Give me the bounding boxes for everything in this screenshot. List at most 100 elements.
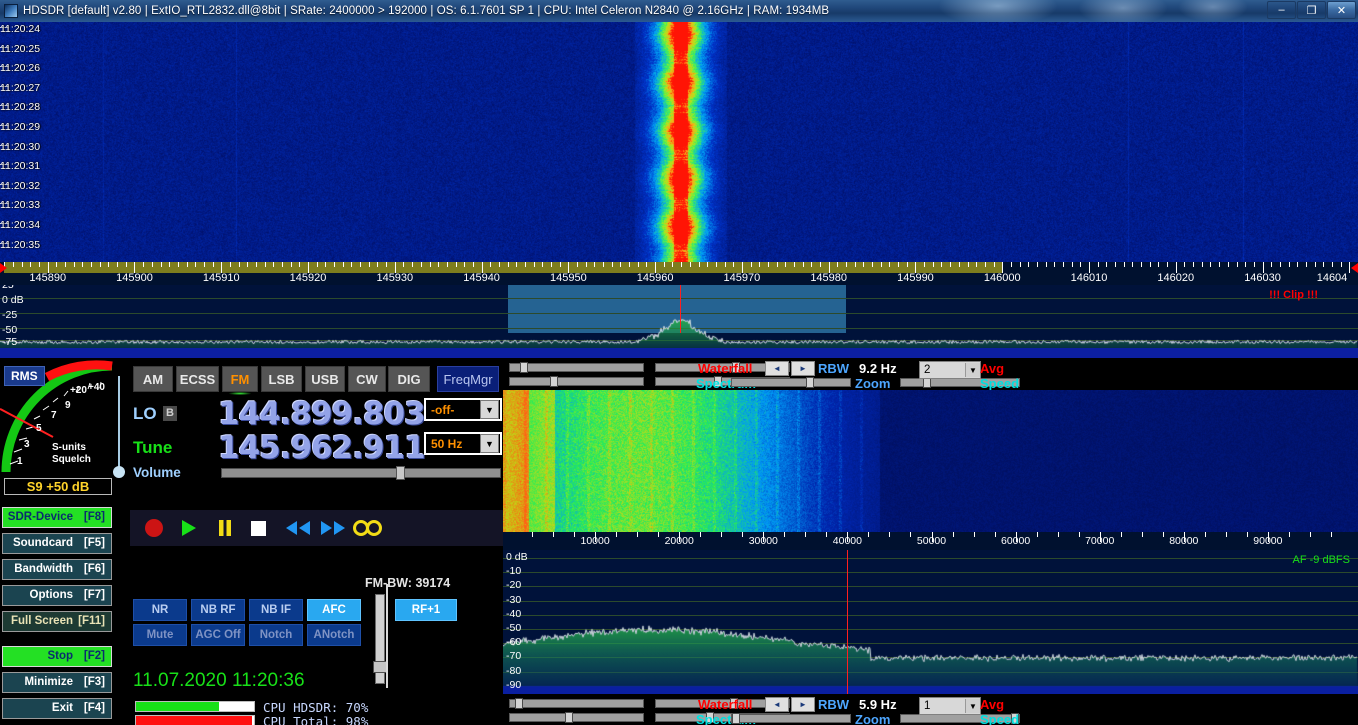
- chevron-down-icon[interactable]: ▼: [480, 434, 499, 453]
- af-zoom-slider[interactable]: [731, 714, 851, 723]
- scale-minor-tick: [1245, 262, 1246, 267]
- squelch-knob[interactable]: [113, 466, 125, 478]
- lo-frequency-display[interactable]: 144.899.803: [218, 396, 425, 432]
- scale-minor-tick: [1115, 262, 1116, 267]
- chevron-down-icon[interactable]: ▼: [965, 699, 980, 713]
- af-waterfall-contrast-knob[interactable]: [515, 698, 523, 709]
- mode-button-am[interactable]: AM: [133, 366, 173, 392]
- dsp-button-mute[interactable]: Mute: [133, 624, 187, 646]
- sidebar-item-sdr-device[interactable]: SDR-Device [F8]: [2, 507, 112, 528]
- mode-button-lsb[interactable]: LSB: [261, 366, 302, 392]
- rms-badge[interactable]: RMS: [4, 366, 45, 386]
- tune-frequency-display[interactable]: 145.962.911: [218, 430, 425, 466]
- rewind-button[interactable]: [285, 520, 311, 536]
- mode-button-fm[interactable]: FM: [222, 366, 258, 392]
- spectrum-scroll-left-button[interactable]: ◄: [765, 361, 789, 376]
- sidebar-item-full-screen[interactable]: Full Screen [F11]: [2, 611, 112, 632]
- af-scroll-left-button[interactable]: ◄: [765, 697, 789, 712]
- forward-button[interactable]: [320, 520, 346, 536]
- dsp-button-nb-if[interactable]: NB IF: [249, 599, 303, 621]
- af-avg-select[interactable]: 1 ▼: [919, 697, 981, 715]
- mode-button-ecss[interactable]: ECSS: [176, 366, 219, 392]
- waterfall-contrast-knob[interactable]: [520, 362, 528, 373]
- dsp-button-nb-rf[interactable]: NB RF: [191, 599, 245, 621]
- tune-step-dropdown[interactable]: 50 Hz ▼: [424, 432, 502, 455]
- scale-minor-tick: [456, 262, 457, 267]
- scale-minor-tick: [22, 262, 23, 267]
- sidebar-item-soundcard[interactable]: Soundcard [F5]: [2, 533, 112, 554]
- record-button[interactable]: [144, 518, 164, 538]
- scale-minor-tick: [898, 262, 899, 267]
- stop-button[interactable]: [250, 520, 267, 537]
- sidebar-item-label: Bandwidth: [14, 563, 73, 575]
- avg-select[interactable]: 2 ▼: [919, 361, 981, 379]
- dsp-button-nr[interactable]: NR: [133, 599, 187, 621]
- sidebar-item-label: SDR-Device: [8, 511, 73, 523]
- frequency-scale[interactable]: 145890 145900 145910 145920 145930 145940 1459…: [0, 262, 1358, 285]
- rf-spectrum[interactable]: 25 0 dB -25 -50 -75 !!! Clip !!!: [0, 285, 1358, 358]
- spectrum-contrast-knob[interactable]: [550, 376, 558, 387]
- mode-button-cw[interactable]: CW: [348, 366, 386, 392]
- dsp-button-notch[interactable]: Notch: [249, 624, 303, 646]
- freq-manager-button[interactable]: FreqMgr: [437, 366, 499, 392]
- close-button[interactable]: ✕: [1327, 1, 1356, 19]
- lo-mode-dropdown[interactable]: -off- ▼: [424, 398, 502, 421]
- dsp-button-anotch[interactable]: ANotch: [307, 624, 361, 646]
- timestamp-label: 11:20:32: [0, 180, 40, 192]
- af-minor-tick: [826, 532, 827, 537]
- chevron-down-icon[interactable]: ▼: [965, 363, 980, 377]
- pause-button[interactable]: [216, 519, 234, 537]
- zoom-label: Zoom: [855, 376, 890, 391]
- af-scroll-right-button[interactable]: ►: [791, 697, 815, 712]
- main-waterfall[interactable]: 11:20:24 11:20:25 11:20:26 11:20:27 11:20:28…: [0, 22, 1358, 262]
- af-spectrum-contrast-knob[interactable]: [565, 712, 573, 723]
- sidebar-item-exit[interactable]: Exit [F4]: [2, 698, 112, 719]
- maximize-button[interactable]: ❐: [1297, 1, 1326, 19]
- scale-right-arrow-icon[interactable]: [1351, 263, 1358, 273]
- af-scale-label: 50000: [917, 535, 946, 547]
- af-spectrum-contrast-slider[interactable]: [509, 713, 644, 722]
- top-control-bar: Waterfall Spectrum ◄ ► RBW 9.2 Hz Zoom 2…: [503, 358, 1358, 390]
- audio-frequency-scale[interactable]: 10000 20000 30000 40000 50000 60000 70000 80000…: [503, 532, 1358, 550]
- mode-button-usb[interactable]: USB: [305, 366, 345, 392]
- spectrum-scroll-right-button[interactable]: ►: [791, 361, 815, 376]
- volume-slider[interactable]: [221, 468, 501, 478]
- scale-left-arrow-icon[interactable]: [0, 263, 7, 273]
- sidebar-item-bandwidth[interactable]: Bandwidth [F6]: [2, 559, 112, 580]
- audio-spectrum-canvas[interactable]: [503, 550, 1358, 694]
- spectrum-contrast-slider[interactable]: [509, 377, 644, 386]
- sidebar-item-options[interactable]: Options [F7]: [2, 585, 112, 606]
- play-button[interactable]: [180, 519, 198, 537]
- af-zoom-slider-knob[interactable]: [732, 713, 740, 724]
- audio-spectrum[interactable]: 0 dB -10 -20 -30 -40 -50 -60 -70 -80 -90 AF -9 dB…: [503, 550, 1358, 694]
- tune-cursor[interactable]: [680, 285, 681, 333]
- sidebar-item-stop[interactable]: Stop [F2]: [2, 646, 112, 667]
- zoom-slider[interactable]: [731, 378, 851, 387]
- waterfall-canvas[interactable]: [0, 22, 1358, 262]
- af-minor-tick: [868, 532, 869, 537]
- dsp-button-agc-off[interactable]: AGC Off: [191, 624, 245, 646]
- lo-band-indicator[interactable]: B: [163, 406, 177, 421]
- scale-minor-tick: [1289, 262, 1290, 267]
- mode-button-label: DIG: [397, 372, 420, 387]
- sidebar-item-minimize[interactable]: Minimize [F3]: [2, 672, 112, 693]
- zoom-slider-knob[interactable]: [806, 377, 814, 388]
- dsp-button-afc[interactable]: AFC: [307, 599, 361, 621]
- audio-waterfall[interactable]: [503, 390, 1358, 532]
- s-meter-tick-label: +20: [70, 385, 87, 396]
- af-tune-cursor[interactable]: [847, 550, 848, 694]
- minimize-button[interactable]: –: [1267, 1, 1296, 19]
- window-buttons: – ❐ ✕: [1267, 1, 1356, 19]
- af-waterfall-contrast-slider[interactable]: [509, 699, 644, 708]
- loop-button[interactable]: [353, 519, 383, 537]
- chevron-down-icon[interactable]: ▼: [480, 400, 499, 419]
- audio-waterfall-canvas[interactable]: [503, 390, 1358, 532]
- scale-label: 145910: [203, 272, 240, 284]
- volume-slider-knob[interactable]: [396, 466, 405, 480]
- scale-minor-tick: [317, 262, 318, 267]
- rf-gain-button[interactable]: RF+1: [395, 599, 457, 621]
- mode-button-dig[interactable]: DIG: [388, 366, 430, 392]
- fm-bandwidth-knob[interactable]: [373, 661, 387, 673]
- s-meter-squelch-arm[interactable]: [118, 376, 120, 470]
- waterfall-contrast-slider[interactable]: [509, 363, 644, 372]
